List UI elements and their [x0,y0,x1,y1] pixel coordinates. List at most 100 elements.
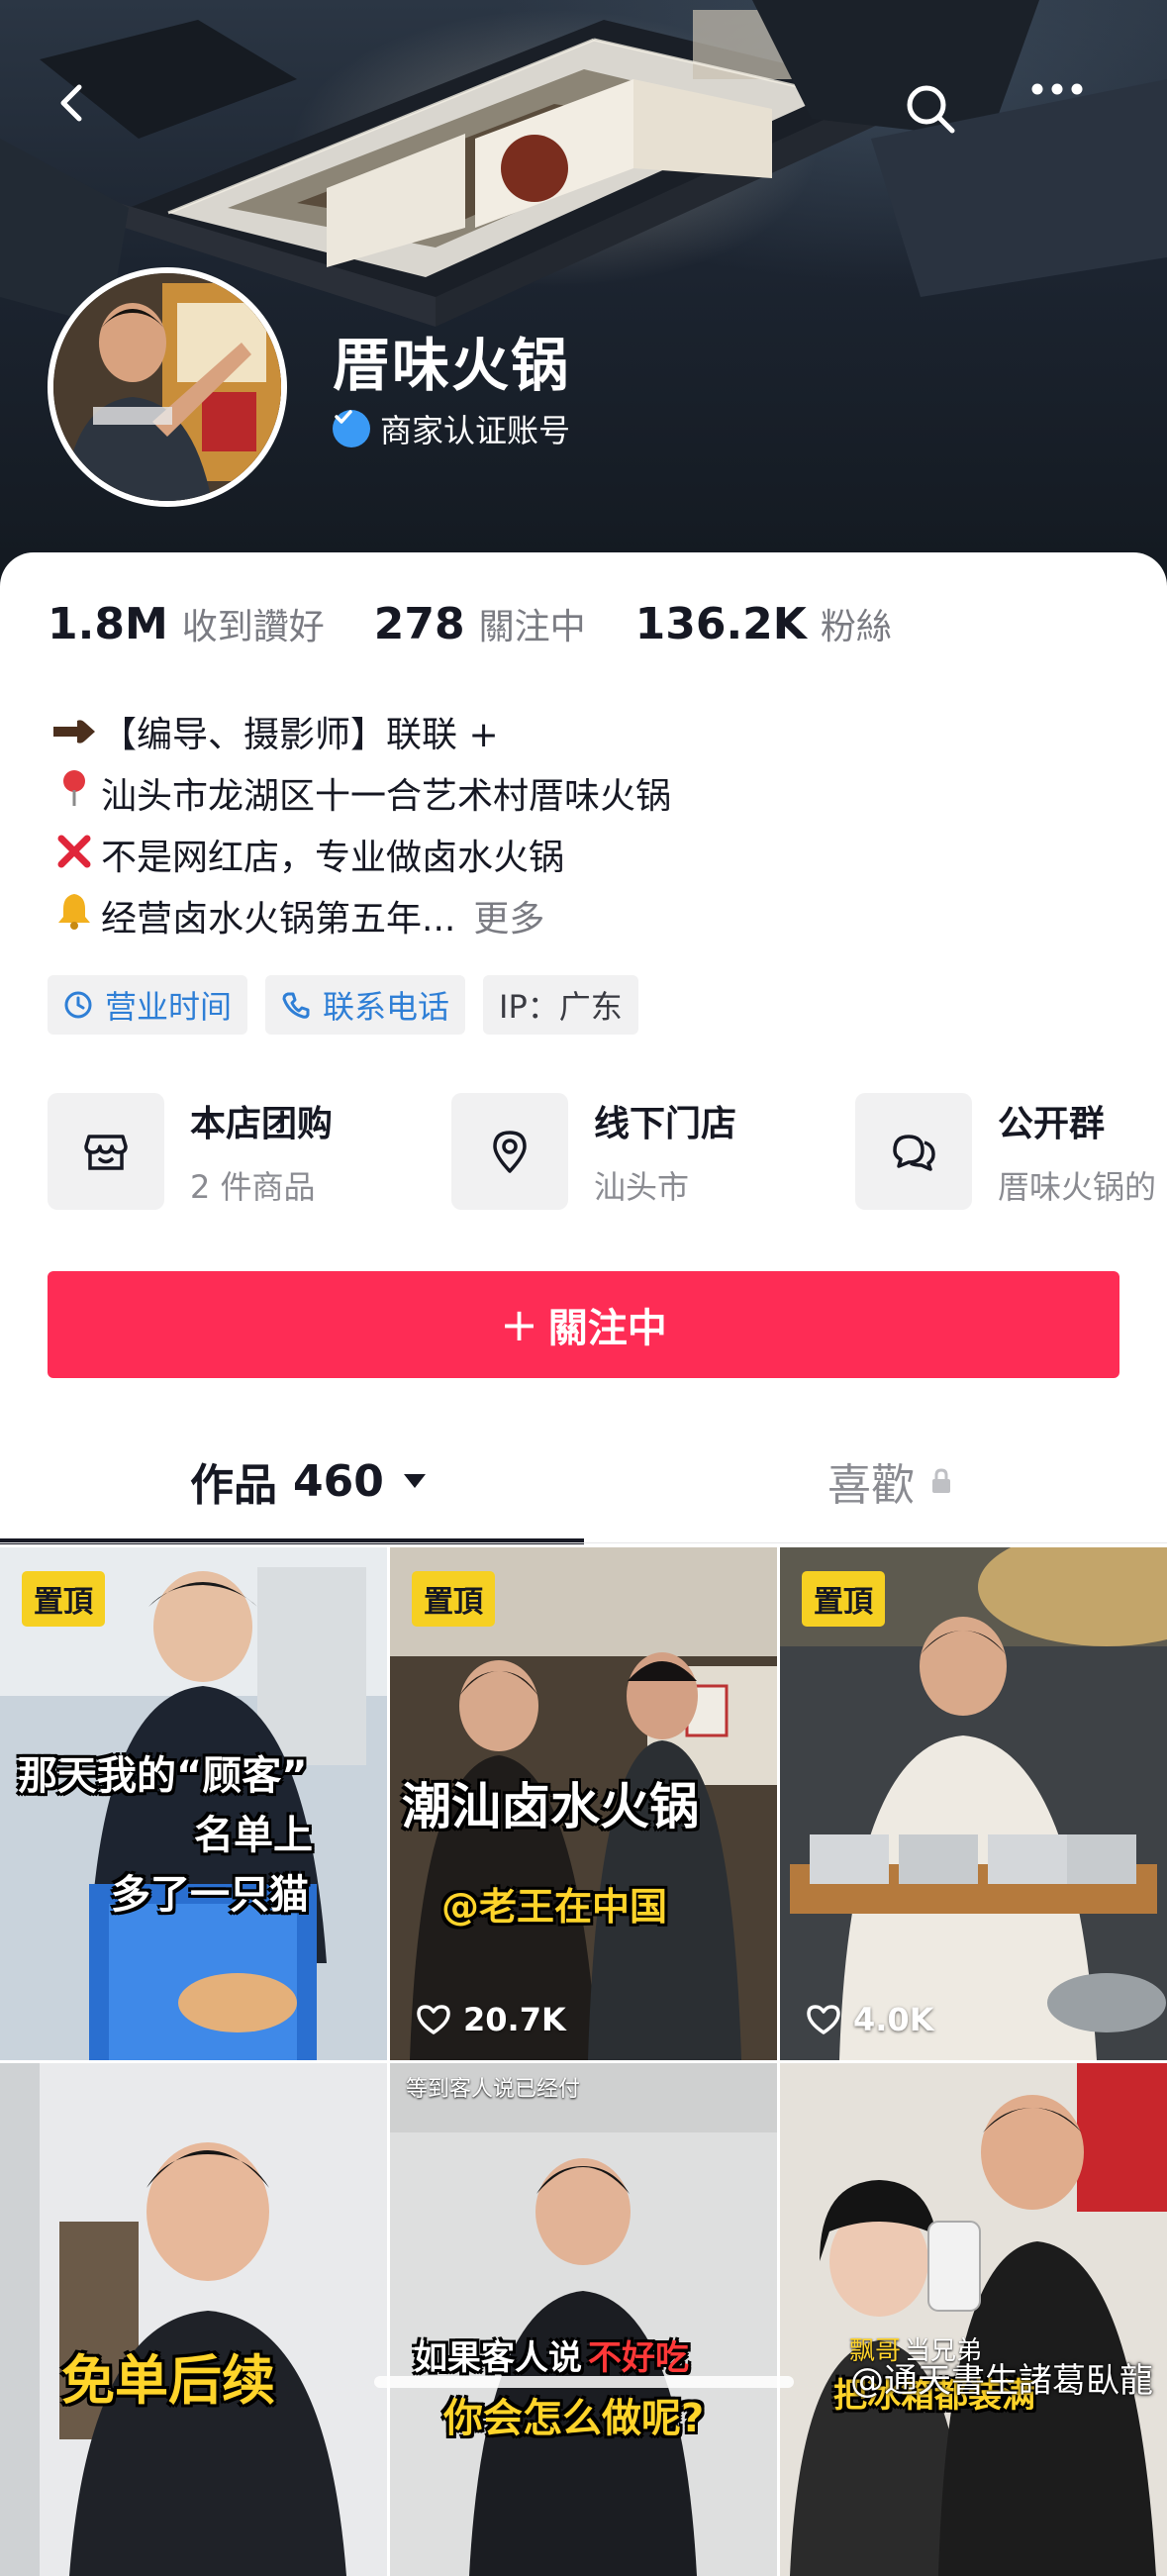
video-thumbnail[interactable]: 免单后续 [0,2063,387,2576]
tab-divider [0,1542,1167,1543]
video-6-image [780,2063,1167,2576]
service-cards: 本店团购 2 件商品 线下门店 汕头市 公开群 厝味火锅的 [48,1093,1167,1214]
business-hours-label: 营业时间 [105,988,233,1026]
profile-cover: 厝味火锅 商家认证账号 [0,0,1167,594]
profile-tags: 营业时间 联系电话 IP：广东 [48,975,638,1035]
stat-likes-value: 1.8M [48,599,168,649]
back-button[interactable] [51,81,131,160]
video-top-text: 等到客人说已经付 [406,2077,581,2102]
video-thumbnail[interactable]: 飘哥 当兄弟 把冰箱都装满 [780,2063,1167,2576]
bell-icon [48,889,101,950]
stat-followers-value: 136.2K [634,599,807,649]
tab-likes[interactable]: 喜歡 [827,1449,952,1513]
video-caption: 你会怎么做呢? [443,2396,705,2441]
pinned-badge: 置頂 [22,1571,105,1627]
caret-down-icon [402,1472,428,1490]
verified-label: 商家认证账号 [380,412,571,449]
chevron-left-icon [60,84,82,122]
plus-icon: + [500,1298,538,1351]
bio-more-link[interactable]: 更多 [473,889,544,950]
stat-following-label: 關注中 [478,607,586,647]
bio-line: 不是网红店，专业做卤水火锅 [48,828,671,889]
profile-bio[interactable]: 【编导、摄影师】联联 + 汕头市龙湖区十一合艺术村厝味火锅 不是网红店，专业做卤… [48,705,671,950]
follow-button-label: 關注中 [547,1306,667,1351]
verified-badge: 商家认证账号 [333,406,570,451]
avatar-image [53,273,281,501]
location-pin-icon [451,1093,568,1210]
video-caption: @老王在中国 [441,1885,668,1929]
content-tabs: 作品 460 喜歡 [0,1426,1167,1544]
pinned-badge: 置頂 [412,1571,495,1627]
bio-line: 汕头市龙湖区十一合艺术村厝味火锅 [48,766,671,828]
avatar[interactable] [48,267,287,507]
bio-line-3: 不是网红店，专业做卤水火锅 [101,838,565,878]
tab-active-indicator [0,1538,584,1544]
group-buy-title: 本店团购 [190,1104,334,1144]
video-caption: 那天我的“顾客” [18,1753,308,1799]
stat-following-value: 278 [373,599,465,649]
video-likes-count: 20.7K [463,2001,566,2038]
chat-bubbles-icon [855,1093,972,1210]
offline-store-card[interactable]: 线下门店 汕头市 [451,1093,736,1210]
video-likes: 20.7K [416,2001,566,2038]
ip-location-tag: IP：广东 [483,975,638,1035]
bio-line-4: 经营卤水火锅第五年... [101,899,456,940]
pointing-hand-icon [48,705,101,766]
video-4-image [0,2063,387,2576]
pinned-badge: 置頂 [802,1571,885,1627]
tab-works-count: 460 [293,1455,384,1507]
video-thumbnail[interactable]: 置頂 4.0K [780,1547,1167,2060]
video-caption: 潮汕卤水火锅 [402,1778,699,1835]
bio-line: 【编导、摄影师】联联 + [48,705,671,766]
offline-store-title: 线下门店 [594,1104,737,1144]
follow-button[interactable]: + 關注中 [48,1271,1119,1378]
home-indicator[interactable] [374,2376,794,2388]
clock-icon [63,990,93,1020]
video-caption: 名单上 [194,1813,313,1858]
heart-icon [417,2005,450,2034]
video-likes: 4.0K [806,2001,933,2038]
more-options-button[interactable] [1029,81,1109,160]
tab-works[interactable]: 作品 460 [190,1449,428,1513]
search-button[interactable] [903,81,982,160]
offline-store-subtitle: 汕头市 [594,1168,690,1206]
public-group-card[interactable]: 公开群 厝味火锅的 [855,1093,1156,1210]
heart-icon [807,2005,840,2034]
video-caption: 如果客人说 [414,2338,582,2378]
lock-icon [930,1467,952,1495]
video-thumbnail[interactable]: 置頂 潮汕卤水火锅 @老王在中国 20.7K [390,1547,777,2060]
profile-stats: 1.8M 收到讚好 278 關注中 136.2K 粉絲 [48,598,941,649]
stat-likes-label: 收到讚好 [181,607,325,647]
tab-likes-label: 喜歡 [827,1460,915,1511]
cross-mark-icon [48,828,101,889]
bio-line-2: 汕头市龙湖区十一合艺术村厝味火锅 [101,776,672,817]
stat-followers[interactable]: 136.2K 粉絲 [635,598,892,649]
bio-line-1: 【编导、摄影师】联联 + [101,715,499,755]
video-thumbnail[interactable]: 等到客人说已经付 如果客人说 不好吃 你会怎么做呢? [390,2063,777,2576]
group-buy-card[interactable]: 本店团购 2 件商品 [48,1093,333,1210]
verified-check-icon [333,410,370,447]
video-caption-highlight: 不好吃 [588,2338,689,2378]
group-buy-subtitle: 2 件商品 [190,1168,316,1206]
bio-line: 经营卤水火锅第五年... 更多 [48,889,671,950]
stat-following[interactable]: 278 關注中 [374,598,586,649]
search-icon [907,85,955,134]
video-caption: 多了一只猫 [111,1872,309,1918]
contact-phone-label: 联系电话 [323,988,450,1026]
phone-icon [281,990,311,1020]
tab-works-label: 作品 [190,1460,277,1511]
stat-likes[interactable]: 1.8M 收到讚好 [48,598,325,649]
video-likes-count: 4.0K [853,2001,934,2038]
profile-name: 厝味火锅 [333,332,571,399]
business-hours-button[interactable]: 营业时间 [48,975,248,1035]
video-5-image [390,2063,777,2576]
video-caption: 免单后续 [61,2349,275,2412]
video-thumbnail[interactable]: 置頂 那天我的“顾客” 名单上 多了一只猫 [0,1547,387,2060]
public-group-title: 公开群 [998,1104,1106,1144]
ip-location-label: IP：广东 [499,988,623,1026]
watermark: @通天書生諸葛臥龍 [850,2361,1153,2401]
more-dots-icon [1031,83,1083,95]
stat-followers-label: 粉絲 [820,607,892,647]
map-pin-icon [48,766,101,828]
contact-phone-button[interactable]: 联系电话 [265,975,466,1035]
